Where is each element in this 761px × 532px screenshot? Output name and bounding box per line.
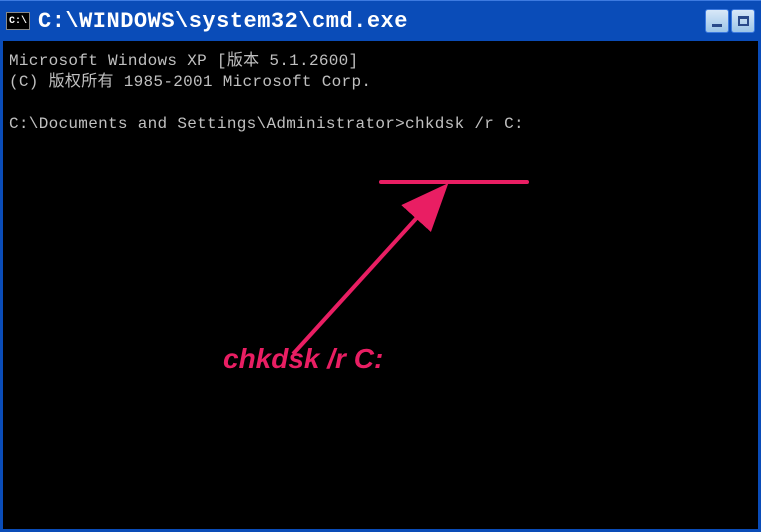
titlebar[interactable]: C:\ C:\WINDOWS\system32\cmd.exe: [0, 0, 761, 41]
cmd-window: C:\ C:\WINDOWS\system32\cmd.exe Microsof…: [0, 0, 761, 532]
minimize-icon: [712, 24, 722, 27]
annotation-underline: [379, 180, 529, 184]
console-line-1: Microsoft Windows XP [版本 5.1.2600]: [9, 51, 752, 72]
console-blank-line: [9, 93, 752, 114]
cmd-icon: C:\: [6, 12, 30, 30]
maximize-button[interactable]: [731, 9, 755, 33]
maximize-icon: [738, 16, 749, 26]
console-area[interactable]: Microsoft Windows XP [版本 5.1.2600] (C) 版…: [0, 41, 761, 532]
annotation-arrow-icon: [283, 184, 483, 364]
cmd-icon-text: C:\: [9, 16, 27, 27]
console-line-2: (C) 版权所有 1985-2001 Microsoft Corp.: [9, 72, 752, 93]
window-title: C:\WINDOWS\system32\cmd.exe: [38, 9, 705, 34]
window-controls: [705, 9, 755, 33]
console-prompt-line: C:\Documents and Settings\Administrator>…: [9, 114, 752, 135]
annotation-text: chkdsk /r C:: [223, 343, 383, 375]
minimize-button[interactable]: [705, 9, 729, 33]
